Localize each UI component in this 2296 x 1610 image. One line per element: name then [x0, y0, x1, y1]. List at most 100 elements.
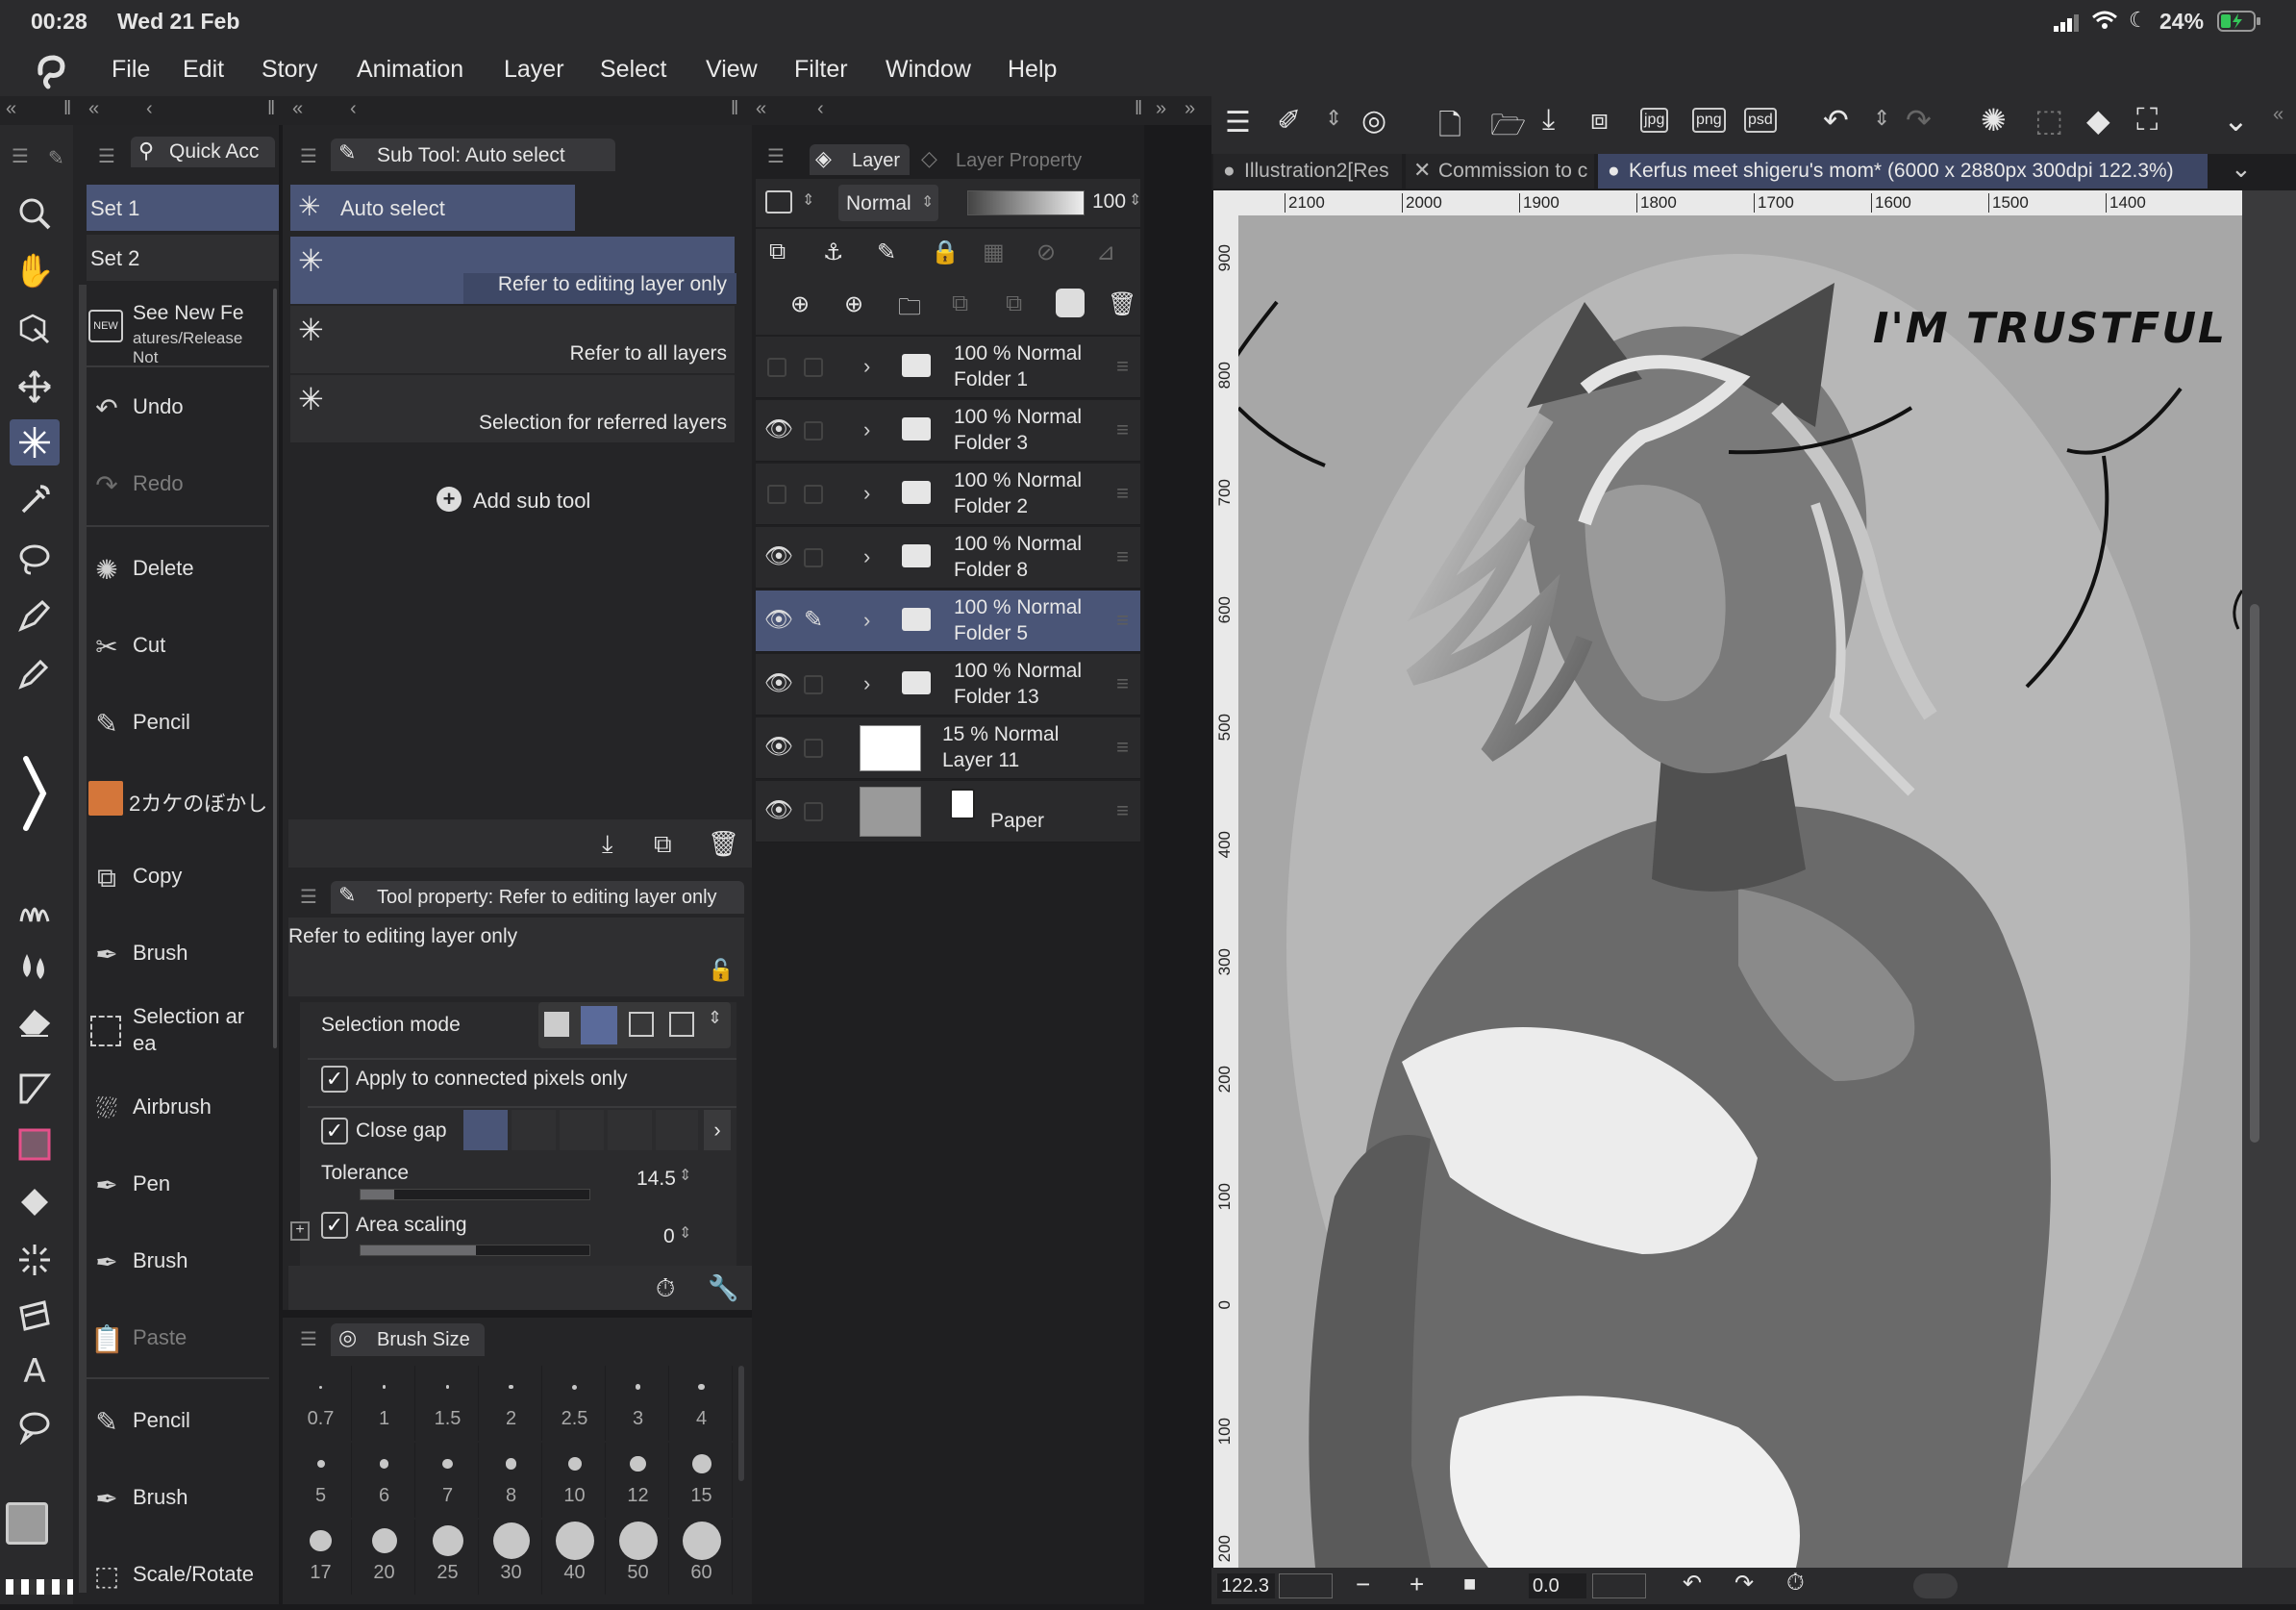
drag-handle-icon[interactable]: ≡: [1116, 354, 1129, 379]
quick-item-selection-area[interactable]: Selection ar ea: [85, 996, 269, 1066]
layer-row[interactable]: 👁 ✎ › 100 % Normal Folder 5 ≡: [756, 591, 1140, 652]
rotation-slider[interactable]: [1592, 1573, 1646, 1598]
brush-size-option[interactable]: 0.7: [290, 1366, 352, 1441]
tab-layer-property[interactable]: ◇ Layer Property: [913, 144, 1096, 175]
drag-handle-icon[interactable]: ≡: [1116, 608, 1129, 633]
vertical-scroll-thumb[interactable]: [2250, 604, 2259, 1143]
quick-item-cut[interactable]: ✂ Cut: [85, 612, 269, 681]
updown-icon[interactable]: ⇕: [1129, 190, 1141, 210]
selection-mode-control[interactable]: ⇕: [538, 1002, 731, 1048]
menu-file[interactable]: File: [112, 56, 150, 84]
quick-item-pencil[interactable]: ✎ Pencil: [85, 689, 269, 758]
tab-tool-property[interactable]: ✎ Tool property: Refer to editing layer …: [331, 881, 744, 914]
import-icon[interactable]: ⤓: [602, 829, 613, 860]
chevron-down-icon[interactable]: ⌄: [2231, 154, 2252, 184]
area-scaling-value[interactable]: 0: [663, 1225, 675, 1248]
close-gap-level-5[interactable]: [656, 1110, 698, 1150]
eraser-tool-icon[interactable]: [10, 998, 60, 1044]
horizontal-scroll-thumb[interactable]: [1913, 1573, 1958, 1598]
tolerance-slider[interactable]: [360, 1189, 590, 1200]
menu-icon[interactable]: ☰: [1225, 106, 1251, 139]
quick-access-scroll-thumb[interactable]: [273, 289, 277, 1048]
set-2-tab[interactable]: Set 2: [87, 235, 279, 281]
new-file-icon[interactable]: 🗋: [1438, 104, 1461, 153]
panel-menu-icon[interactable]: ☰: [12, 144, 29, 168]
menu-story[interactable]: Story: [262, 56, 317, 84]
save-icon[interactable]: ⤓: [1542, 104, 1555, 137]
brush-size-option[interactable]: 1.5: [417, 1366, 479, 1441]
area-scaling-slider[interactable]: [360, 1245, 590, 1256]
brush-size-option[interactable]: 50: [608, 1520, 669, 1595]
chevron-right-icon[interactable]: ›: [704, 1110, 731, 1150]
brush-size-option[interactable]: 17: [290, 1520, 352, 1595]
layer-row[interactable]: 👁 15 % Normal Layer 11 ≡: [756, 717, 1140, 779]
brush-size-option[interactable]: 3: [608, 1366, 669, 1441]
transform-icon[interactable]: ⛶: [2136, 102, 2158, 138]
export-jpg-icon[interactable]: jpg: [1640, 108, 1669, 133]
chevron-right-icon[interactable]: ›: [863, 608, 870, 633]
visibility-checkbox[interactable]: [767, 358, 786, 377]
new-selection-icon[interactable]: [544, 1012, 569, 1037]
brush-size-option[interactable]: 6: [354, 1443, 415, 1518]
hand-tool-icon[interactable]: ✋: [10, 248, 60, 294]
app-logo-icon[interactable]: [33, 52, 71, 90]
select-all-icon[interactable]: ⬚: [2034, 102, 2063, 138]
menu-animation[interactable]: Animation: [357, 56, 463, 84]
decoration-tool-icon[interactable]: [10, 885, 60, 931]
auto-select-tool-icon[interactable]: [10, 419, 60, 465]
clear-icon[interactable]: ✺: [1981, 102, 2007, 138]
document-tab-kerfus[interactable]: ● Kerfus meet shigeru's mom* (6000 x 288…: [1598, 154, 2208, 189]
updown-icon[interactable]: ⇕: [1873, 106, 1890, 131]
brush-size-option[interactable]: 20: [354, 1520, 415, 1595]
drag-handle-icon[interactable]: ‖: [731, 98, 738, 120]
wand-settings-icon[interactable]: ✐: [1277, 104, 1301, 138]
quick-item-brush[interactable]: ✒ Brush: [85, 919, 269, 989]
document-tab-commission[interactable]: ✕ Commission to c: [1406, 154, 1594, 189]
panel-menu-icon[interactable]: ☰: [767, 144, 785, 168]
add-selection-icon[interactable]: [581, 1006, 617, 1044]
open-file-icon[interactable]: 🗁: [1490, 104, 1526, 153]
intersect-selection-icon[interactable]: [669, 1012, 694, 1037]
mask-toggle-icon[interactable]: ⊘: [1036, 239, 1056, 266]
collapse-left-icon[interactable]: «: [756, 98, 766, 120]
quick-item-pencil[interactable]: ✎ Pencil: [85, 1387, 269, 1456]
brush-size-option[interactable]: 1: [354, 1366, 415, 1441]
fill-tool-icon[interactable]: [10, 1179, 60, 1225]
subtool-refer-all-layers[interactable]: ✳ Refer to all layers: [290, 306, 735, 373]
reset-rotation-icon[interactable]: ⏱: [1786, 1570, 1805, 1597]
drag-handle-icon[interactable]: ≡: [1116, 544, 1129, 569]
expand-plus-icon[interactable]: +: [290, 1221, 310, 1241]
tolerance-value[interactable]: 14.5: [636, 1168, 676, 1191]
updown-icon[interactable]: ⇕: [802, 190, 814, 210]
quick-item-see-new-features[interactable]: NEW See New Fe atures/Release Not: [85, 292, 269, 366]
drag-handle-icon[interactable]: ≡: [1116, 417, 1129, 442]
canvas[interactable]: I'M TRUSTFUL: [1238, 215, 2242, 1568]
updown-icon[interactable]: ⇕: [1325, 106, 1342, 131]
tab-layer[interactable]: ◈ Layer: [810, 144, 910, 175]
chevron-right-icon[interactable]: ›: [863, 417, 870, 442]
close-gap-level-2[interactable]: [512, 1110, 556, 1150]
connected-pixels-checkbox[interactable]: ✓: [321, 1066, 348, 1093]
quick-item-brush[interactable]: ✒ Brush: [85, 1464, 269, 1533]
duplicate-icon[interactable]: ⧉: [654, 829, 672, 860]
lock-icon[interactable]: 🔒: [931, 239, 960, 266]
chevron-right-icon[interactable]: ›: [863, 481, 870, 506]
draft-layer-icon[interactable]: ✎: [877, 239, 896, 266]
frame-border-tool-icon[interactable]: [10, 1066, 60, 1112]
document-tab-illustration2[interactable]: ● Illustration2[Res: [1213, 154, 1402, 189]
gradient-tool-icon[interactable]: [10, 1121, 60, 1168]
rotate-left-icon[interactable]: ↶: [1683, 1570, 1702, 1597]
drag-handle-icon[interactable]: ≡: [1116, 798, 1129, 823]
layer-select-checkbox[interactable]: [804, 421, 823, 440]
companion-icon[interactable]: ◎: [1361, 104, 1386, 138]
brush-size-option[interactable]: 12: [608, 1443, 669, 1518]
quick-item-undo[interactable]: ↶ Undo: [85, 373, 269, 442]
collapse-right-icon[interactable]: »: [1185, 98, 1195, 120]
lock-transparent-icon[interactable]: ▦: [983, 239, 1005, 266]
chevron-left-icon[interactable]: ‹: [817, 98, 824, 120]
pen-tool-icon[interactable]: [10, 592, 60, 639]
area-scaling-checkbox[interactable]: ✓: [321, 1212, 348, 1239]
collapse-right-icon[interactable]: »: [1156, 98, 1166, 120]
layer-select-checkbox[interactable]: [804, 548, 823, 567]
brush-size-option[interactable]: 8: [481, 1443, 542, 1518]
